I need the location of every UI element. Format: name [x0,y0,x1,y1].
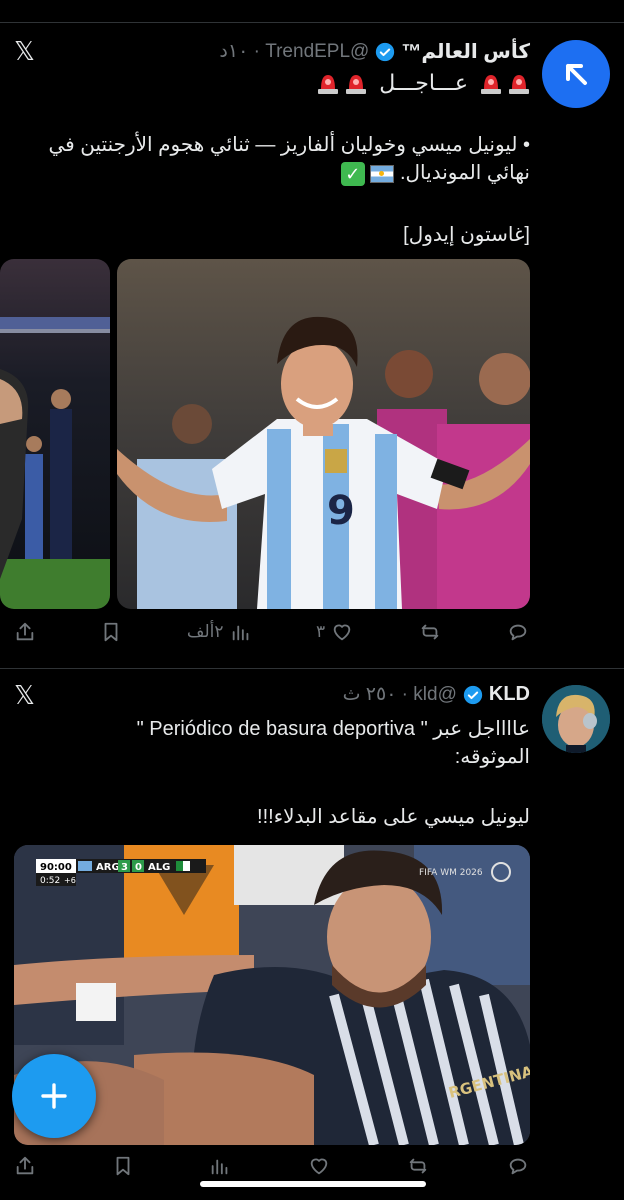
match-clock: 90:00 [40,862,72,873]
bookmark-icon[interactable] [112,1155,134,1177]
tweet-header: KLD @kld · ٢٥٠ ث [343,683,530,706]
siren-icon [481,75,501,94]
argentina-flag-icon [370,164,395,183]
author-name[interactable]: KLD [489,683,530,706]
handle-time[interactable]: @kld · ٢٥٠ ث [343,683,457,706]
x-logo-icon[interactable]: 𝕏 [14,683,35,709]
share-icon[interactable] [14,621,36,643]
tweet-image-alvarez[interactable]: 9 [117,259,530,609]
added-time: +6 [64,876,76,885]
photo-credit: [غاستون إيدول] [403,224,530,246]
team2: ALG [148,862,170,873]
heart-icon [333,624,351,641]
siren-icon [509,75,529,94]
avatar-kld[interactable] [542,685,610,753]
jersey-number: 9 [327,488,355,534]
team1: ARG [96,862,120,873]
plus-icon [41,1083,67,1109]
siren-icon [318,75,339,94]
compose-button[interactable] [12,1054,96,1138]
author-name[interactable]: كأس العالم™ [401,39,530,64]
tweet-body: عااااجل عبر " Periódico de basura deport… [10,715,530,771]
breaking-label: عـــاجـــل [379,70,468,95]
tweet-2-action-bar [14,1155,530,1177]
views-icon [232,625,248,641]
tweet-image-secondary[interactable] [0,259,110,609]
broadcast-watermark: FIFA WM 2026 [419,868,483,878]
bookmark-icon[interactable] [100,621,122,643]
tweet-body-line: الموثوقه: [454,746,530,768]
verified-badge-icon [376,42,395,61]
tweet-header: كأس العالم™ @TrendEPL · ١٠د [219,39,530,64]
score2: 0 [135,862,142,873]
share-icon[interactable] [14,1155,36,1177]
retweet-icon[interactable] [418,621,442,643]
avatar-arrow-icon[interactable] [542,40,610,108]
like-button[interactable]: ٣ [316,621,353,643]
views-button[interactable]: ٢ألف [187,621,252,643]
tweet-body-line: ليونيل ميسي على مقاعد البدلاء!!! [257,806,530,828]
score1: 3 [121,862,128,873]
tweet-body-line: • ليونيل ميسي وخوليان ألفاريز — ثنائي هج… [48,134,530,156]
tweet-1-action-bar: ٢ألف ٣ [14,621,530,643]
home-indicator[interactable] [200,1181,426,1187]
heart-icon[interactable] [307,1155,331,1177]
retweet-icon[interactable] [406,1155,430,1177]
views-count: ٢ألف [186,622,224,641]
tweet-1[interactable]: 𝕏 كأس العالم™ @TrendEPL · ١٠د عـــاجـــل… [0,23,624,668]
tweet-body-text: نهائي المونديال. [399,162,530,184]
tweet-body: • ليونيل ميسي وخوليان ألفاريز — ثنائي هج… [14,131,530,187]
reply-icon[interactable] [506,621,530,643]
siren-icon [346,75,367,94]
reply-icon[interactable] [506,1155,530,1177]
breaking-line: عـــاجـــل [317,69,530,97]
views-icon[interactable] [209,1155,231,1177]
tweet-body-line: عااااجل عبر " Periódico de basura deport… [136,718,530,740]
handle-time[interactable]: @TrendEPL · ١٠د [219,40,369,63]
added-time-clock: 0:52 [40,876,60,886]
likes-count: ٣ [315,622,326,641]
check-mark-icon: ✓ [340,161,365,186]
x-logo-icon[interactable]: 𝕏 [14,39,35,65]
tweet-body-line-2: نهائي المونديال. ✓ [14,159,530,187]
tweet-2[interactable]: 𝕏 KLD @kld · ٢٥٠ ث عااااجل عبر " Periódi… [0,669,624,1200]
verified-badge-icon [463,685,483,704]
